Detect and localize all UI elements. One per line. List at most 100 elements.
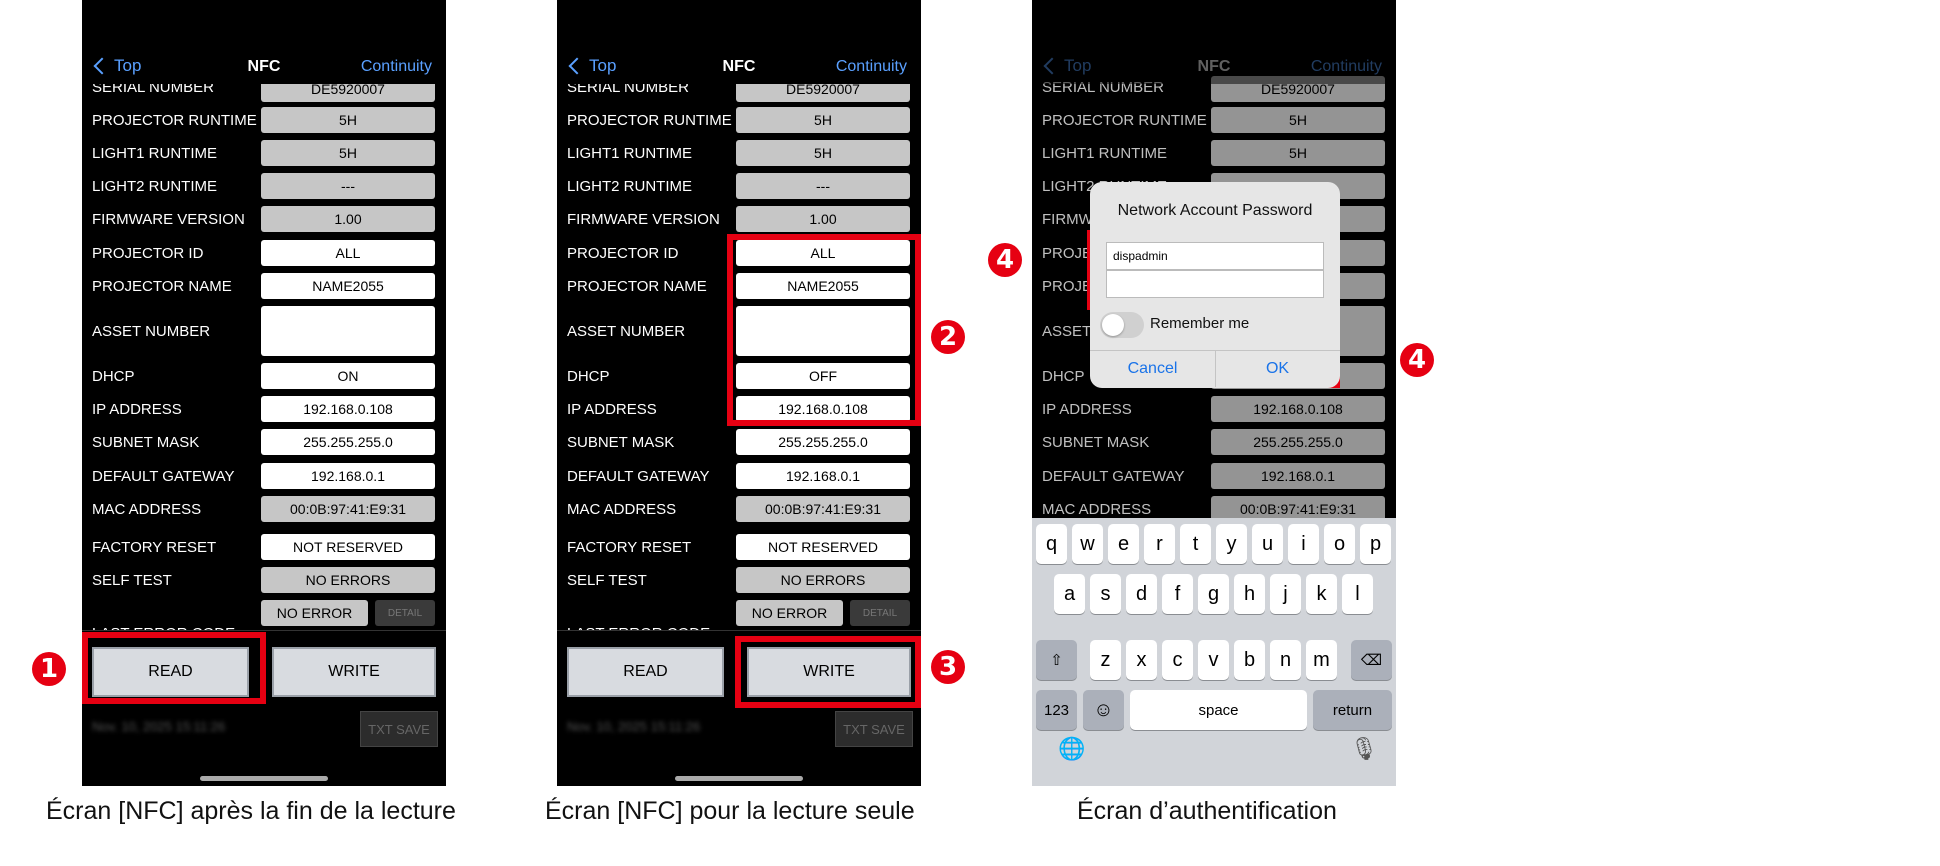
asset-field[interactable] — [261, 306, 435, 356]
key-j[interactable]: j — [1270, 574, 1301, 614]
highlight-write — [735, 636, 921, 708]
light1-label: LIGHT1 RUNTIME — [567, 145, 693, 162]
firmware-label: FIRMWARE VERSION — [92, 211, 245, 228]
on-screen-keyboard: qwertyuiop asdfghjkl zxcvbnm ⇧ ⌫ 123 ☺ s… — [1032, 518, 1396, 786]
asset-label: ASSET NUMBER — [92, 323, 211, 340]
subnet-field[interactable]: 255.255.255.0 — [261, 429, 435, 455]
home-indicator[interactable] — [675, 776, 803, 781]
mac-label: MAC ADDRESS — [567, 501, 677, 518]
backspace-key[interactable]: ⌫ — [1351, 640, 1392, 680]
subnet-label: SUBNET MASK — [567, 434, 675, 451]
mac-value: 00:0B:97:41:E9:31 — [261, 496, 435, 522]
timestamp: Nov. 10, 2025 15:11:26 — [92, 719, 226, 734]
key-t[interactable]: t — [1180, 524, 1211, 564]
ip-field[interactable]: 192.168.0.108 — [261, 396, 435, 422]
lasterror-value: NO ERROR — [261, 600, 368, 626]
subnet-field[interactable]: 255.255.255.0 — [736, 429, 910, 455]
light2-value: --- — [736, 173, 910, 199]
light2-value: --- — [261, 173, 435, 199]
caption-read: Écran [NFC] après la fin de la lecture — [46, 797, 456, 825]
key-b[interactable]: b — [1234, 640, 1265, 680]
firmware-label: FIRMWARE VERSION — [567, 211, 720, 228]
key-k[interactable]: k — [1306, 574, 1337, 614]
key-q[interactable]: q — [1036, 524, 1067, 564]
key-f[interactable]: f — [1162, 574, 1193, 614]
mac-value: 00:0B:97:41:E9:31 — [736, 496, 910, 522]
firmware-value: 1.00 — [736, 206, 910, 232]
marker-4-ok: 4 — [1400, 343, 1434, 377]
key-o[interactable]: o — [1324, 524, 1355, 564]
lasterror-value: NO ERROR — [736, 600, 843, 626]
continuity-button[interactable]: Continuity — [836, 58, 907, 76]
key-p[interactable]: p — [1360, 524, 1391, 564]
key-x[interactable]: x — [1126, 640, 1157, 680]
key-l[interactable]: l — [1342, 574, 1373, 614]
nav-bar: Top NFC Continuity — [82, 0, 446, 84]
projector-name-label: PROJECTOR NAME — [567, 278, 707, 295]
key-m[interactable]: m — [1306, 640, 1337, 680]
remember-me-label: Remember me — [1150, 315, 1250, 332]
factory-field[interactable]: NOT RESERVED — [736, 534, 910, 560]
key-e[interactable]: e — [1108, 524, 1139, 564]
globe-icon[interactable]: 🌐 — [1058, 736, 1085, 762]
write-button[interactable]: WRITE — [272, 647, 436, 697]
detail-button[interactable]: DETAIL — [375, 600, 435, 626]
key-w[interactable]: w — [1072, 524, 1103, 564]
username-field[interactable]: dispadmin — [1106, 242, 1324, 270]
remember-me-toggle[interactable] — [1100, 312, 1144, 338]
key-s[interactable]: s — [1090, 574, 1121, 614]
key-u[interactable]: u — [1252, 524, 1283, 564]
dhcp-label: DHCP — [92, 368, 135, 385]
key-r[interactable]: r — [1144, 524, 1175, 564]
microphone-icon[interactable]: 🎙 — [1350, 736, 1378, 762]
key-y[interactable]: y — [1216, 524, 1247, 564]
key-n[interactable]: n — [1270, 640, 1301, 680]
key-c[interactable]: c — [1162, 640, 1193, 680]
gateway-label: DEFAULT GATEWAY — [567, 468, 710, 485]
dhcp-field[interactable]: ON — [261, 363, 435, 389]
read-button[interactable]: READ — [567, 647, 724, 697]
factory-field[interactable]: NOT RESERVED — [261, 534, 435, 560]
key-h[interactable]: h — [1234, 574, 1265, 614]
shift-key[interactable]: ⇧ — [1036, 640, 1077, 680]
gateway-field[interactable]: 192.168.0.1 — [736, 463, 910, 489]
highlight-read — [82, 632, 266, 704]
projector-id-field[interactable]: ALL — [261, 240, 435, 266]
factory-label: FACTORY RESET — [92, 539, 217, 556]
key-d[interactable]: d — [1126, 574, 1157, 614]
ip-label: IP ADDRESS — [92, 401, 182, 418]
txt-save-button[interactable]: TXT SAVE — [835, 711, 913, 747]
key-z[interactable]: z — [1090, 640, 1121, 680]
asset-label: ASSET NUMBER — [567, 323, 686, 340]
cancel-button[interactable]: Cancel — [1090, 350, 1216, 387]
password-field[interactable] — [1106, 270, 1324, 298]
phone-screen-auth: Top NFC Continuity SERIAL NUMBER DE592000… — [1032, 0, 1396, 786]
light1-label: LIGHT1 RUNTIME — [92, 145, 218, 162]
emoji-key[interactable]: ☺ — [1083, 690, 1124, 730]
detail-button[interactable]: DETAIL — [850, 600, 910, 626]
dhcp-label: DHCP — [567, 368, 610, 385]
gateway-field[interactable]: 192.168.0.1 — [261, 463, 435, 489]
txt-save-button[interactable]: TXT SAVE — [360, 711, 438, 747]
mac-label: MAC ADDRESS — [92, 501, 202, 518]
light2-label: LIGHT2 RUNTIME — [92, 178, 218, 195]
highlight-editable-fields — [727, 234, 921, 426]
continuity-button[interactable]: Continuity — [361, 58, 432, 76]
projector-id-label: PROJECTOR ID — [92, 245, 204, 262]
marker-3: 3 — [931, 650, 965, 684]
projector-name-field[interactable]: NAME2055 — [261, 273, 435, 299]
return-key[interactable]: return — [1313, 690, 1392, 730]
key-v[interactable]: v — [1198, 640, 1229, 680]
marker-1: 1 — [32, 652, 66, 686]
key-g[interactable]: g — [1198, 574, 1229, 614]
key-a[interactable]: a — [1054, 574, 1085, 614]
space-key[interactable]: space — [1130, 690, 1307, 730]
runtime-label: PROJECTOR RUNTIME — [92, 112, 257, 129]
caption-auth: Écran d’authentification — [1077, 797, 1337, 825]
ok-button[interactable]: OK — [1215, 350, 1340, 387]
home-indicator[interactable] — [200, 776, 328, 781]
key-i[interactable]: i — [1288, 524, 1319, 564]
selftest-label: SELF TEST — [92, 572, 172, 589]
numbers-key[interactable]: 123 — [1036, 690, 1077, 730]
marker-2: 2 — [931, 320, 965, 354]
